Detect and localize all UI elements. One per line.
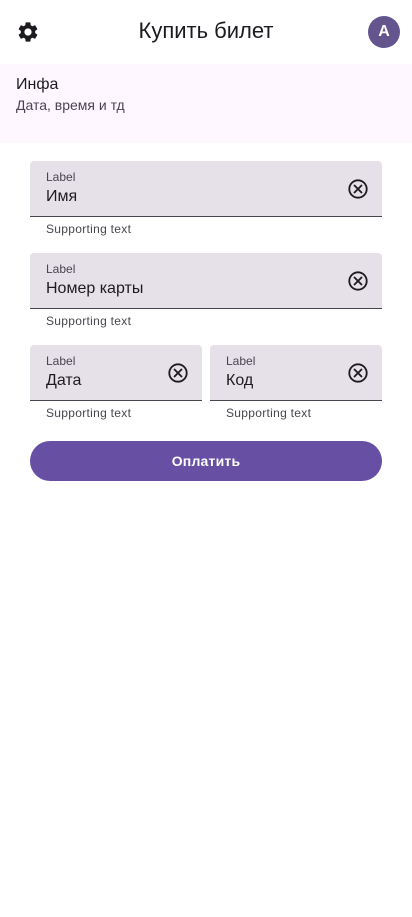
info-banner: Инфа Дата, время и тд [0, 64, 412, 143]
cancel-circle-icon[interactable] [347, 178, 369, 200]
card-number-field-label: Label [46, 262, 76, 276]
name-field-value: Имя [46, 188, 78, 205]
avatar[interactable]: A [368, 16, 400, 48]
date-field-label: Label [46, 354, 76, 368]
page-title: Купить билет [138, 18, 274, 43]
cancel-circle-icon[interactable] [167, 362, 189, 384]
date-input[interactable]: Label Дата [30, 345, 202, 401]
date-field: Label Дата Supporting text [30, 345, 202, 420]
code-field-label: Label [226, 354, 256, 368]
info-headline: Инфа [16, 76, 59, 93]
date-field-value: Дата [46, 372, 82, 389]
card-number-field: Label Номер карты Supporting text [30, 253, 382, 328]
info-subtitle: Дата, время и тд [16, 97, 125, 113]
card-number-field-supporting-text: Supporting text [46, 314, 132, 328]
name-field-supporting-text: Supporting text [46, 222, 132, 236]
card-number-field-value: Номер карты [46, 280, 144, 297]
cancel-circle-icon[interactable] [347, 270, 369, 292]
pay-button[interactable]: Оплатить [30, 441, 382, 481]
code-field-supporting-text: Supporting text [226, 406, 312, 420]
code-field: Label Код Supporting text [210, 345, 382, 420]
name-input[interactable]: Label Имя [30, 161, 382, 217]
name-field-label: Label [46, 170, 76, 184]
top-app-bar: Купить билет A [0, 0, 412, 64]
code-field-value: Код [226, 372, 254, 389]
card-number-input[interactable]: Label Номер карты [30, 253, 382, 309]
code-input[interactable]: Label Код [210, 345, 382, 401]
name-field: Label Имя Supporting text [30, 161, 382, 236]
buy-ticket-screen: Купить билет A Инфа Дата, время и тд Lab… [0, 0, 412, 917]
date-field-supporting-text: Supporting text [46, 406, 132, 420]
cancel-circle-icon[interactable] [347, 362, 369, 384]
